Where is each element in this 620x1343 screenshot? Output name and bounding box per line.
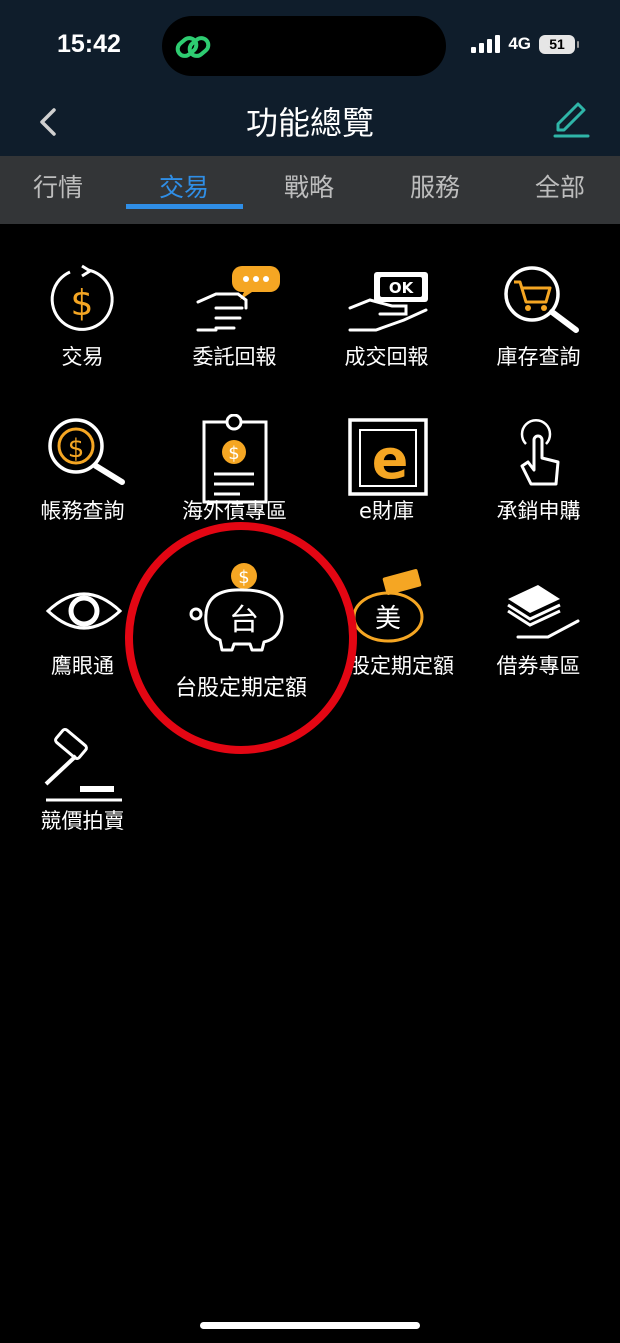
nav-header: 功能總覽 [0,90,620,156]
grid-item-auction[interactable]: 競價拍賣 [5,710,160,860]
hand-ok-icon: OK [348,272,428,332]
grid-item-ipo-subscribe[interactable]: 承銷申購 [461,400,616,550]
svg-text:OK: OK [389,279,415,297]
battery-icon: 51 [539,34,579,54]
grid-item-inventory[interactable]: 庫存查詢 [461,246,616,396]
gavel-icon [44,727,122,802]
link-icon [175,36,211,58]
tab-strategy[interactable]: 戰略 [247,168,371,204]
magnifier-dollar-icon: $ [48,418,125,485]
grid-label: 借券專區 [496,654,581,678]
edit-pencil-icon[interactable] [552,100,592,140]
grid-label: 委託回報 [192,345,277,369]
piggy-tw-glyph: 台 [229,603,259,638]
eye-icon [45,592,123,630]
grid-item-trade[interactable]: $ 交易 [5,246,160,396]
status-bar: 15:42 4G 51 [0,0,620,90]
grid-label: 競價拍賣 [40,809,125,833]
grid-label: 帳務查詢 [40,499,125,523]
grid-label: e財庫 [359,499,414,523]
tab-quotes[interactable]: 行情 [0,168,120,204]
tab-trade[interactable]: 交易 [122,168,246,204]
grid-item-order-report[interactable]: 委託回報 [157,246,312,396]
cash-stack-hand-icon [507,585,580,639]
tap-finger-icon [520,418,560,486]
grid-label: 承銷申購 [496,499,581,523]
home-indicator[interactable] [200,1322,420,1329]
page-title: 功能總覽 [245,104,374,142]
piggy-us-icon: 美 [352,569,424,643]
grid-label: 海外債專區 [182,499,287,523]
tab-services[interactable]: 服務 [373,168,497,204]
grid-label: 台股定期定額 [174,676,307,701]
network-type: 4G [508,34,531,53]
category-tabs: 行情 交易 戰略 服務 全部 [0,156,620,224]
grid-item-account-query[interactable]: $ 帳務查詢 [5,400,160,550]
grid-label: 成交回報 [344,345,429,369]
piggy-tw-icon: $ 台 [189,563,284,652]
status-indicators: 4G 51 [471,34,579,54]
piggy-us-glyph: 美 [375,604,401,634]
svg-text:$: $ [68,434,85,464]
svg-text:$: $ [238,567,249,588]
signal-icon [471,35,501,53]
grid-item-trade-report[interactable]: OK 成交回報 [309,246,464,396]
svg-text:e: e [372,428,409,491]
tab-all[interactable]: 全部 [498,168,620,204]
status-time: 15:42 [57,30,121,58]
svg-text:$: $ [71,283,94,324]
hand-chat-icon [196,266,280,332]
grid-label: 庫存查詢 [496,345,581,369]
cart-search-icon [504,266,579,333]
active-tab-indicator [126,204,243,209]
svg-text:$: $ [228,443,239,464]
grid-item-securities-lending[interactable]: 借券專區 [461,555,616,705]
e-vault-icon: e [348,418,428,496]
grid-item-e-vault[interactable]: e e財庫 [309,400,464,550]
dollar-refresh-icon: $ [50,264,114,331]
bond-document-icon: $ [202,414,268,504]
grid-label: 交易 [61,345,104,369]
